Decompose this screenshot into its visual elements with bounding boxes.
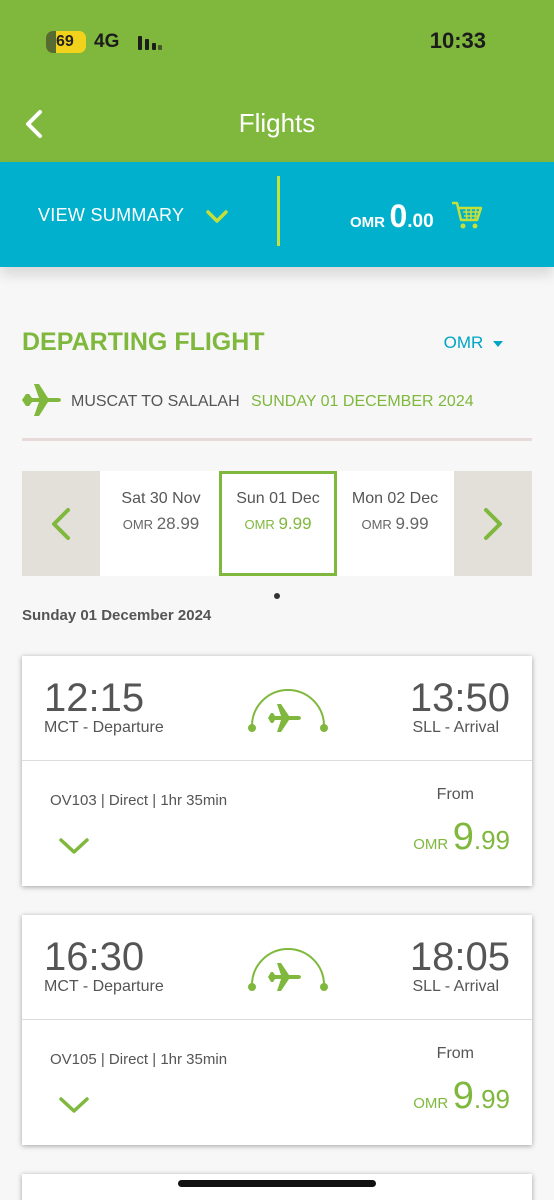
flight-info: OV103 | Direct | 1hr 35min xyxy=(50,792,228,809)
fare-price[interactable]: OMR 9.99 xyxy=(413,816,510,859)
next-date-button[interactable] xyxy=(454,471,532,576)
date-option-price: OMR 28.99 xyxy=(122,514,200,533)
card-divider xyxy=(22,760,532,761)
chevron-left-icon xyxy=(52,508,70,540)
chevron-down-icon[interactable] xyxy=(204,208,230,226)
from-label: From xyxy=(436,786,474,803)
date-option-label: Sat 30 Nov xyxy=(121,490,201,507)
currency-selector[interactable]: OMR xyxy=(444,333,504,353)
departure-label: MCT - Departure xyxy=(44,719,164,736)
date-option-selected[interactable]: Sun 01 Dec OMR 9.99 xyxy=(219,471,337,576)
status-bar: 69 4G 10:33 xyxy=(0,0,554,84)
arrival-time: 13:50 xyxy=(409,676,510,720)
summary-bar: VIEW SUMMARY OMR 0.00 xyxy=(0,162,554,267)
date-option[interactable]: Sat 30 Nov OMR 28.99 xyxy=(102,471,220,576)
date-option[interactable]: Mon 02 Dec OMR 9.99 xyxy=(336,471,454,576)
chevron-down-icon[interactable] xyxy=(58,836,90,856)
home-indicator xyxy=(178,1180,376,1187)
date-option-label: Sun 01 Dec xyxy=(236,490,320,507)
card-divider xyxy=(22,1019,532,1020)
page-indicator-dot xyxy=(274,593,280,599)
from-label: From xyxy=(436,1045,474,1062)
network-label: 4G xyxy=(94,31,120,52)
fare-price[interactable]: OMR 9.99 xyxy=(413,1075,510,1118)
currency-selector-label: OMR xyxy=(443,333,484,352)
total-amount: 0 xyxy=(389,198,408,234)
arrival-label: SLL - Arrival xyxy=(412,719,499,736)
date-carousel: Sat 30 Nov OMR 28.99 Sun 01 Dec OMR 9.99… xyxy=(22,471,532,576)
status-time: 10:33 xyxy=(429,28,486,53)
flight-card[interactable]: 16:30 MCT - Departure 18:05 SLL - Arriva… xyxy=(22,915,532,1145)
view-summary-button[interactable]: VIEW SUMMARY xyxy=(38,205,184,226)
signal-icon xyxy=(138,36,162,50)
route-label: MUSCAT TO SALALAH xyxy=(71,393,240,410)
chevron-down-icon[interactable] xyxy=(58,1095,90,1115)
battery-icon: 69 xyxy=(46,31,86,53)
day-label: Sunday 01 December 2024 xyxy=(22,607,212,624)
departure-time: 16:30 xyxy=(44,935,145,979)
flight-card[interactable]: 12:15 MCT - Departure 13:50 SLL - Arriva… xyxy=(22,656,532,886)
total-decimal: .00 xyxy=(407,211,434,232)
arrival-label: SLL - Arrival xyxy=(412,978,499,995)
chevron-right-icon xyxy=(484,508,502,540)
departure-label: MCT - Departure xyxy=(44,978,164,995)
date-option-price: OMR 9.99 xyxy=(361,514,429,533)
cart-icon[interactable] xyxy=(450,198,484,232)
flight-info: OV105 | Direct | 1hr 35min xyxy=(50,1051,228,1068)
departure-time: 12:15 xyxy=(44,676,145,720)
flight-card[interactable] xyxy=(22,1174,532,1200)
summary-divider xyxy=(277,176,280,246)
date-option-price: OMR 9.99 xyxy=(244,514,312,533)
section-divider xyxy=(22,438,532,441)
page-title: Flights xyxy=(238,108,316,138)
cart-total: OMR 0.00 xyxy=(350,198,434,235)
caret-down-icon xyxy=(493,340,503,347)
date-option-label: Mon 02 Dec xyxy=(351,490,439,507)
flight-path-icon xyxy=(248,948,328,991)
section-title: DEPARTING FLIGHT xyxy=(22,328,265,356)
total-currency: OMR xyxy=(350,214,385,231)
battery-level: 69 xyxy=(56,33,74,50)
plane-icon xyxy=(22,384,61,416)
route-date: SUNDAY 01 DECEMBER 2024 xyxy=(251,393,474,410)
previous-date-button[interactable] xyxy=(22,471,100,576)
arrival-time: 18:05 xyxy=(409,935,510,979)
app-header: 69 4G 10:33 Flights xyxy=(0,0,554,162)
flight-path-icon xyxy=(248,689,328,732)
